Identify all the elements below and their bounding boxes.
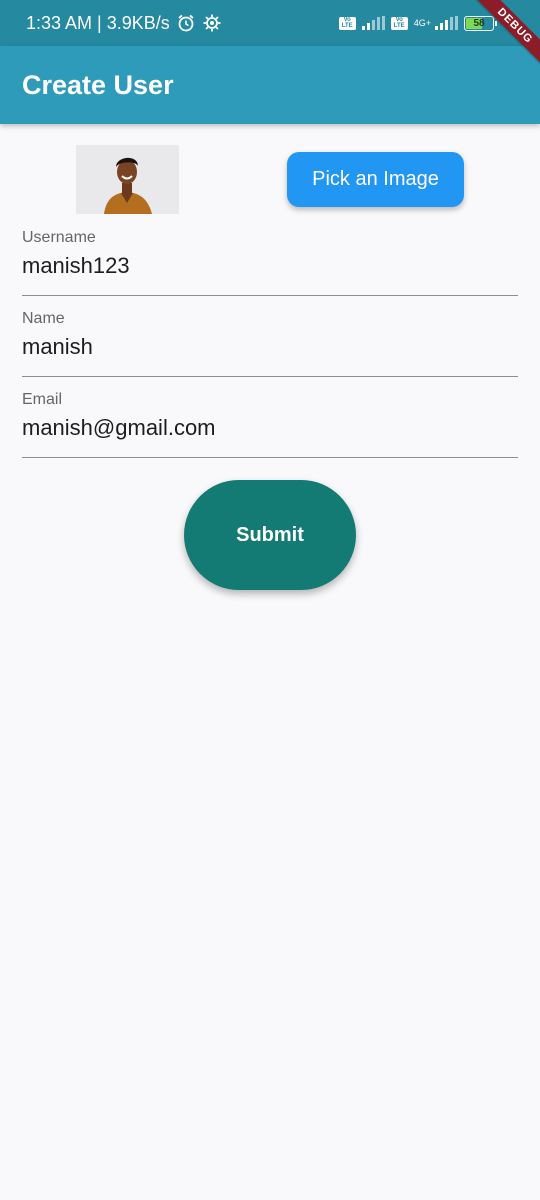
email-input[interactable]: manish@gmail.com: [22, 415, 518, 441]
battery-level: 58: [473, 17, 485, 29]
username-label: Username: [22, 229, 96, 246]
settings-gear-icon: [202, 13, 222, 33]
email-label: Email: [22, 391, 63, 408]
status-left: 1:33 AM | 3.9KB/s: [26, 13, 222, 34]
field-underline: [22, 375, 518, 377]
status-time-speed: 1:33 AM | 3.9KB/s: [26, 12, 170, 33]
name-field[interactable]: Name manish: [22, 310, 518, 377]
submit-button[interactable]: Submit: [184, 480, 356, 590]
person-photo-icon: [76, 145, 179, 214]
signal-icon: [361, 16, 385, 30]
alarm-icon: [176, 13, 196, 33]
volte-icon: Vo LTE: [390, 16, 408, 30]
status-right: Vo LTE Vo LTE 4G+ 58: [338, 15, 497, 31]
name-label: Name: [22, 310, 65, 327]
page-title: Create User: [22, 69, 174, 100]
signal-icon: [435, 16, 458, 30]
name-input[interactable]: manish: [22, 334, 518, 360]
status-bar: 1:33 AM | 3.9KB/s Vo LTE Vo LTE 4G+ 58: [0, 0, 540, 46]
pick-image-button[interactable]: Pick an Image: [287, 152, 464, 207]
username-input[interactable]: manish123: [22, 253, 518, 279]
user-photo: [76, 145, 179, 214]
field-underline: [22, 456, 518, 458]
email-field[interactable]: Email manish@gmail.com: [22, 391, 518, 458]
field-underline: [22, 294, 518, 296]
app-bar: Create User: [0, 46, 540, 124]
battery-icon: 58: [464, 15, 497, 31]
username-field[interactable]: Username manish123: [22, 229, 518, 296]
network-type-label: 4G+: [413, 17, 431, 28]
network-type: 4G+: [413, 17, 431, 28]
volte-icon: Vo LTE: [338, 16, 356, 30]
